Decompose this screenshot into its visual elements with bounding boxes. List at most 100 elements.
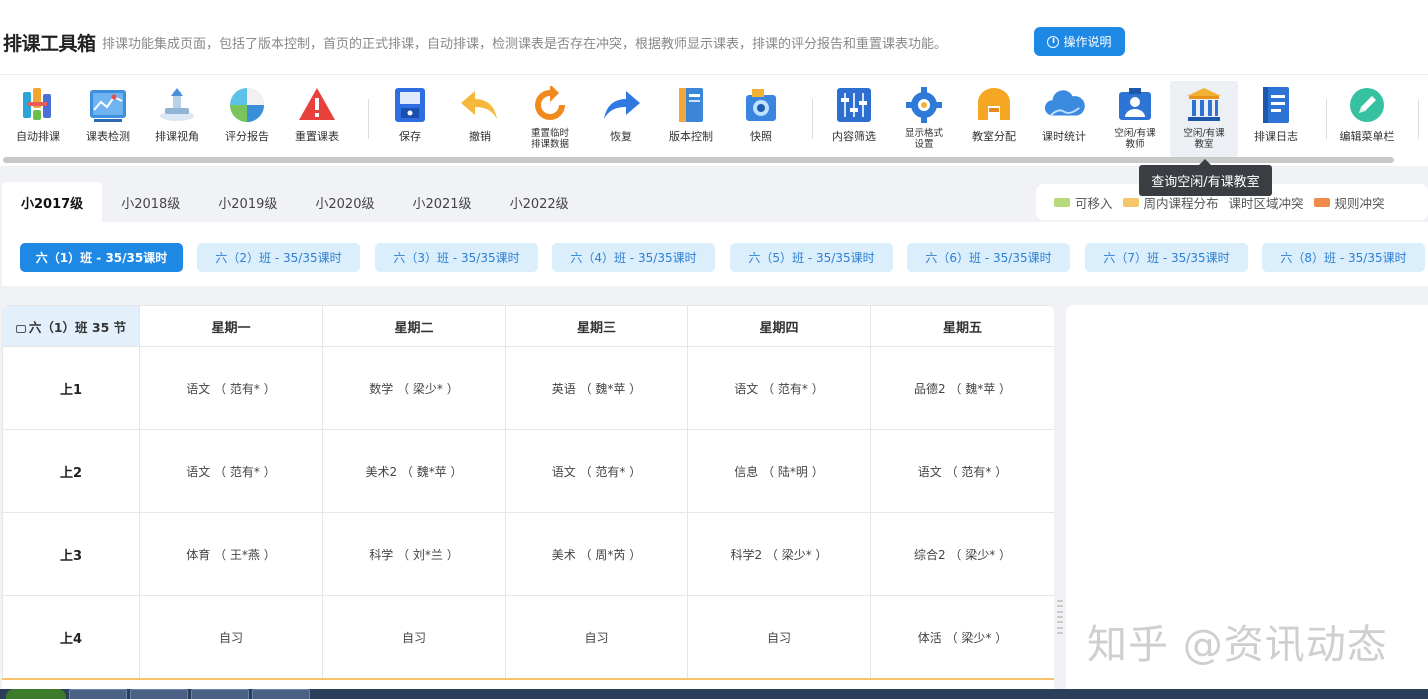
class-pill-1[interactable]: 六（1）班 - 35/35课时 [20,243,183,272]
info-icon: i [1047,35,1060,48]
teacher-icon [1114,84,1156,126]
tool-free-busy-teacher[interactable]: 空闲/有课 教师 [1099,81,1171,157]
day-header: 星期三 [505,305,688,347]
tool-reset-temp-data[interactable]: 重置临时 排课数据 [514,81,586,157]
lesson-cell[interactable]: 品德2 （ 魏*苹 ） [870,346,1054,430]
tool-hour-stats[interactable]: 课时统计 [1028,81,1100,157]
taskbar-item[interactable] [69,689,127,699]
tab-grade-2021[interactable]: 小2021级 [393,182,490,222]
tab-grade-2017[interactable]: 小2017级 [2,182,103,222]
tab-grade-2022[interactable]: 小2022级 [491,182,588,222]
gear-icon [903,84,945,126]
lesson-cell[interactable]: 美术 （ 周*芮 ） [505,512,688,596]
tab-grade-2020[interactable]: 小2020级 [296,182,393,222]
tool-free-busy-classroom[interactable]: 空闲/有课 教室 [1170,81,1238,157]
tool-content-filter[interactable]: 内容筛选 [818,81,890,157]
cloud-icon [1043,84,1085,126]
tool-label: 恢复 [610,130,632,143]
toolbar-scrollbar[interactable] [3,157,1394,163]
class-pill-5[interactable]: 六（5）班 - 35/35课时 [730,243,893,272]
tool-snapshot[interactable]: 快照 [725,81,797,157]
period-label: 上1 [2,346,140,430]
lesson-cell[interactable]: 语文 （ 范有* ） [139,346,323,430]
tool-perspective[interactable]: 排课视角 [141,81,213,157]
class-pill-3[interactable]: 六（3）班 - 35/35课时 [375,243,538,272]
lesson-cell[interactable]: 语文 （ 范有* ） [870,429,1054,513]
day-header: 星期四 [687,305,871,347]
table-row: 上3 体育 （ 王*燕 ） 科学 （ 刘*兰 ） 美术 （ 周*芮 ） 科学2 … [2,512,1054,596]
panel-resize-handle[interactable] [1057,600,1063,634]
table-row: 上4 自习 自习 自习 自习 体活 （ 梁少* ） [2,595,1054,679]
lesson-cell[interactable]: 自习 [322,595,506,679]
tool-auto-schedule[interactable]: 自动排课 [2,81,74,157]
tool-label: 保存 [399,130,421,143]
tool-label: 教室分配 [972,130,1016,143]
tool-label: 课表检测 [86,130,130,143]
period-label: 上3 [2,512,140,596]
tooltip: 查询空闲/有课教室 [1139,159,1272,196]
lesson-cell[interactable]: 科学2 （ 梁少* ） [687,512,871,596]
tool-label: 显示格式 设置 [904,128,943,150]
taskbar-item[interactable] [252,689,310,699]
tool-label: 重置课表 [295,130,339,143]
lesson-cell[interactable]: 美术2 （ 魏*苹 ） [322,429,506,513]
legend-item: 可移入 [1054,193,1113,212]
tool-schedule-log[interactable]: 排课日志 [1240,81,1312,157]
building-icon [1183,84,1225,126]
period-label: 上4 [2,595,140,679]
tool-label: 排课日志 [1254,130,1298,143]
lesson-cell[interactable]: 语文 （ 范有* ） [139,429,323,513]
lesson-cell[interactable]: 体活 （ 梁少* ） [870,595,1054,679]
tool-label: 撤销 [469,130,491,143]
start-button[interactable] [6,689,66,699]
help-button[interactable]: i 操作说明 [1034,27,1125,56]
lesson-cell[interactable]: 自习 [687,595,871,679]
class-pill-7[interactable]: 六（7）班 - 35/35课时 [1085,243,1248,272]
tool-edit-menubar[interactable]: 编辑菜单栏 [1331,81,1403,157]
tool-redo[interactable]: 恢复 [585,81,657,157]
tool-label: 版本控制 [669,130,713,143]
auto-schedule-icon [17,84,59,126]
lesson-cell[interactable]: 语文 （ 范有* ） [687,346,871,430]
tool-save[interactable]: 保存 [374,81,446,157]
class-pill-4[interactable]: 六（4）班 - 35/35课时 [552,243,715,272]
taskbar-item[interactable] [130,689,188,699]
tool-version-control[interactable]: 版本控制 [655,81,727,157]
tool-label: 自动排课 [16,130,60,143]
lesson-cell[interactable]: 科学 （ 刘*兰 ） [322,512,506,596]
class-pill-6[interactable]: 六（6）班 - 35/35课时 [907,243,1070,272]
tab-grade-2018[interactable]: 小2018级 [102,182,199,222]
lesson-cell[interactable]: 语文 （ 范有* ） [505,429,688,513]
undo-icon [459,84,501,126]
lesson-cell[interactable]: 体育 （ 王*燕 ） [139,512,323,596]
lesson-cell[interactable]: 英语 （ 魏*苹 ） [505,346,688,430]
lesson-cell[interactable]: 自习 [139,595,323,679]
tool-reset-schedule[interactable]: 重置课表 [281,81,353,157]
lesson-cell[interactable]: 综合2 （ 梁少* ） [870,512,1054,596]
page-title: 排课工具箱 [3,33,96,55]
tool-score-report[interactable]: 评分报告 [211,81,283,157]
taskbar-item[interactable] [191,689,249,699]
lesson-cell[interactable]: 自习 [505,595,688,679]
tab-grade-2019[interactable]: 小2019级 [199,182,296,222]
redo-icon [600,84,642,126]
lesson-cell[interactable]: 信息 （ 陆*明 ） [687,429,871,513]
table-row: 上2 语文 （ 范有* ） 美术2 （ 魏*苹 ） 语文 （ 范有* ） 信息 … [2,429,1054,513]
filter-icon [833,84,875,126]
watermark: 知乎 @资讯动态 [1087,622,1388,668]
tool-label: 排课视角 [155,130,199,143]
tool-undo[interactable]: 撤销 [444,81,516,157]
class-pill-2[interactable]: 六（2）班 - 35/35课时 [197,243,360,272]
lesson-cell[interactable]: 数学 （ 梁少* ） [322,346,506,430]
warning-icon [296,84,338,126]
tool-label: 编辑菜单栏 [1339,130,1395,143]
tool-classroom-assign[interactable]: 教室分配 [958,81,1030,157]
timetable-corner: 六（1）班 35 节 [2,305,140,347]
tool-display-format[interactable]: 显示格式 设置 [888,81,960,157]
class-pill-8[interactable]: 六（8）班 - 35/35课时 [1262,243,1425,272]
class-period-count: 六（1）班 35 节 [28,319,127,335]
tool-label: 空闲/有课 教室 [1183,128,1225,150]
tool-schedule-check[interactable]: 课表检测 [72,81,144,157]
legend-label: 可移入 [1075,195,1113,211]
table-row: 上1 语文 （ 范有* ） 数学 （ 梁少* ） 英语 （ 魏*苹 ） 语文 （… [2,346,1054,430]
